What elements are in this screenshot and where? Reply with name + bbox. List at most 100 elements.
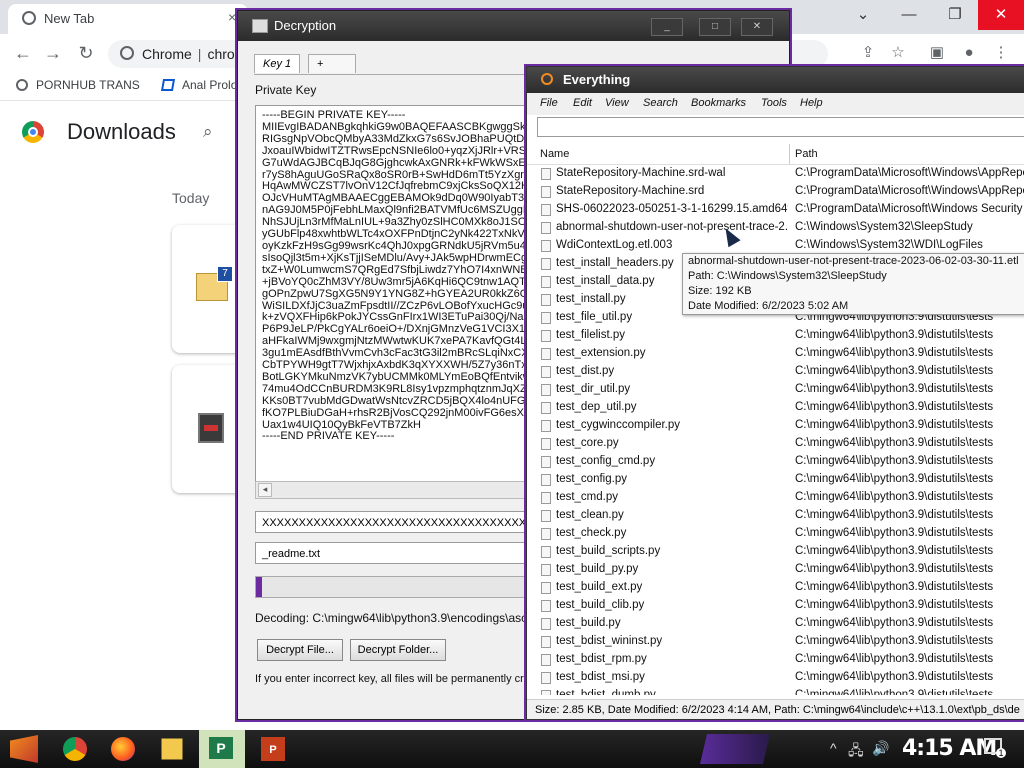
search-input[interactable] bbox=[537, 117, 1024, 137]
file-icon bbox=[541, 348, 551, 360]
chrome-taskbar-icon[interactable] bbox=[63, 737, 87, 761]
tab-add[interactable]: + bbox=[308, 54, 356, 73]
column-path[interactable]: Path bbox=[795, 148, 818, 160]
result-row[interactable]: test_bdist_rpm.py C:\mingw64\lib\python3.… bbox=[527, 651, 1024, 669]
result-row[interactable]: test_build.py C:\mingw64\lib\python3.9\di… bbox=[527, 615, 1024, 633]
publisher-taskbar-icon[interactable]: P bbox=[199, 730, 245, 768]
file-icon bbox=[541, 276, 551, 288]
result-row[interactable]: test_build_ext.py C:\mingw64\lib\python3.… bbox=[527, 579, 1024, 597]
scroll-left-icon[interactable]: ◂ bbox=[258, 483, 272, 497]
result-row[interactable]: test_dir_util.py C:\mingw64\lib\python3.9… bbox=[527, 381, 1024, 399]
result-path: C:\ProgramData\Microsoft\Windows Securit… bbox=[795, 203, 1024, 215]
bookmark-label: Anal Prolo bbox=[182, 78, 238, 92]
result-name: test_cygwinccompiler.py bbox=[556, 419, 680, 431]
file-icon bbox=[541, 474, 551, 486]
chrome-favicon-icon bbox=[22, 11, 36, 25]
maximize-button[interactable]: □ bbox=[699, 18, 731, 36]
minimize-button[interactable]: — bbox=[886, 0, 932, 30]
key-line: sIsoQjl3t5m+XjKsTjjISeMDlu/Avy+JAk5wpHDr… bbox=[262, 251, 535, 264]
search-icon[interactable]: ⌕ bbox=[203, 122, 213, 142]
powerpoint-taskbar-icon[interactable]: P bbox=[261, 737, 285, 761]
menu-tools[interactable]: Tools bbox=[761, 97, 787, 109]
tray-expand-icon[interactable]: ^ bbox=[830, 740, 837, 756]
everything-window: Everything File Edit View Search Bookmar… bbox=[526, 66, 1024, 720]
minimize-button[interactable]: _ bbox=[651, 18, 683, 36]
start-button[interactable] bbox=[10, 735, 38, 763]
decrypt-file-button[interactable]: Decrypt File... bbox=[257, 639, 343, 661]
tooltip-modified: Date Modified: 6/2/2023 5:02 AM bbox=[688, 300, 849, 312]
result-row[interactable]: test_build_clib.py C:\mingw64\lib\python3… bbox=[527, 597, 1024, 615]
tab-close-icon[interactable]: × bbox=[228, 9, 236, 25]
result-row[interactable]: test_cmd.py C:\mingw64\lib\python3.9\dist… bbox=[527, 489, 1024, 507]
result-row[interactable]: test_dist.py C:\mingw64\lib\python3.9\dis… bbox=[527, 363, 1024, 381]
decryption-titlebar[interactable]: Decryption _ □ ✕ bbox=[238, 11, 789, 41]
result-row[interactable]: test_cygwinccompiler.py C:\mingw64\lib\py… bbox=[527, 417, 1024, 435]
key-line: fKO7PLBiuDGaH+rhsR2BjVosCQ292jnM00ivFG6e… bbox=[262, 406, 547, 419]
result-row[interactable]: abnormal-shutdown-user-not-present-trace… bbox=[527, 219, 1024, 237]
file-icon bbox=[541, 672, 551, 684]
back-button[interactable]: ← bbox=[12, 42, 34, 64]
result-row[interactable]: test_bdist_msi.py C:\mingw64\lib\python3.… bbox=[527, 669, 1024, 687]
result-row[interactable]: test_core.py C:\mingw64\lib\python3.9\dis… bbox=[527, 435, 1024, 453]
progress-fill bbox=[256, 577, 262, 597]
menu-search[interactable]: Search bbox=[643, 97, 678, 109]
profile-icon[interactable]: ● bbox=[959, 43, 979, 63]
menu-view[interactable]: View bbox=[605, 97, 629, 109]
bookmark-star-icon[interactable]: ☆ bbox=[888, 43, 908, 63]
side-panel-icon[interactable]: ▣ bbox=[927, 43, 947, 63]
result-row[interactable]: StateRepository-Machine.srd-wal C:\Progra… bbox=[527, 165, 1024, 183]
result-row[interactable]: SHS-06022023-050251-3-1-16299.15.amd64f.… bbox=[527, 201, 1024, 219]
column-name[interactable]: Name bbox=[540, 148, 569, 160]
result-row[interactable]: test_dep_util.py C:\mingw64\lib\python3.9… bbox=[527, 399, 1024, 417]
result-row[interactable]: test_config.py C:\mingw64\lib\python3.9\d… bbox=[527, 471, 1024, 489]
firefox-taskbar-icon[interactable] bbox=[111, 737, 135, 761]
horizontal-scrollbar[interactable]: ◂ bbox=[255, 481, 557, 499]
ransom-note-input[interactable]: _readme.txt bbox=[255, 542, 555, 564]
result-name: test_clean.py bbox=[556, 509, 624, 521]
taskbar-clock[interactable]: 4:15 AM bbox=[902, 736, 997, 761]
restore-button[interactable]: ❐ bbox=[932, 0, 978, 30]
menu-edit[interactable]: Edit bbox=[573, 97, 592, 109]
result-row[interactable]: test_check.py C:\mingw64\lib\python3.9\di… bbox=[527, 525, 1024, 543]
column-divider[interactable] bbox=[789, 144, 790, 164]
result-path: C:\mingw64\lib\python3.9\distutils\tests bbox=[795, 563, 994, 575]
network-icon[interactable]: 🖧 bbox=[848, 740, 864, 764]
result-row[interactable]: test_filelist.py C:\mingw64\lib\python3.9… bbox=[527, 327, 1024, 345]
result-name: test_build_clib.py bbox=[556, 599, 645, 611]
page-title: Downloads bbox=[67, 119, 176, 144]
reload-button[interactable]: ↻ bbox=[75, 42, 97, 64]
bookmark-item[interactable]: PORNHUB TRANS bbox=[16, 78, 140, 92]
result-row[interactable]: test_build_py.py C:\mingw64\lib\python3.9… bbox=[527, 561, 1024, 579]
menu-help[interactable]: Help bbox=[800, 97, 823, 109]
private-key-textarea[interactable]: -----BEGIN PRIVATE KEY----- MIIEvgIBADANB… bbox=[255, 105, 557, 493]
key-input[interactable]: XXXXXXXXXXXXXXXXXXXXXXXXXXXXXXXXXXXXXXXX bbox=[255, 511, 555, 533]
tooltip-path: Path: C:\Windows\System32\SleepStudy bbox=[688, 270, 887, 282]
result-row[interactable]: test_extension.py C:\mingw64\lib\python3.… bbox=[527, 345, 1024, 363]
menu-bookmarks[interactable]: Bookmarks bbox=[691, 97, 746, 109]
tab-key-1[interactable]: Key 1 bbox=[254, 54, 301, 73]
bookmark-item[interactable]: Anal Prolo bbox=[160, 78, 238, 92]
tab-search-icon[interactable]: ⌄ bbox=[840, 0, 886, 30]
result-row[interactable]: test_bdist_dumb.py C:\mingw64\lib\python3… bbox=[527, 687, 1024, 695]
close-button[interactable]: ✕ bbox=[978, 0, 1024, 30]
volume-icon[interactable]: 🔊 bbox=[872, 740, 889, 757]
results-list: StateRepository-Machine.srd-wal C:\Progra… bbox=[527, 165, 1024, 695]
result-row[interactable]: test_build_scripts.py C:\mingw64\lib\pyth… bbox=[527, 543, 1024, 561]
menu-file[interactable]: File bbox=[540, 97, 558, 109]
executable-file-icon bbox=[198, 413, 224, 443]
notification-icon[interactable]: 1 bbox=[984, 738, 1006, 758]
key-line: txZ+W0LumwcmS7QRgEd7SfbjLiwdz7YhO7I4xnWN… bbox=[262, 263, 541, 276]
share-icon[interactable]: ⇪ bbox=[858, 43, 878, 63]
chrome-menu-icon[interactable]: ⋮ bbox=[991, 43, 1011, 63]
everything-titlebar[interactable]: Everything bbox=[527, 67, 1024, 93]
forward-button[interactable]: → bbox=[42, 42, 64, 64]
result-name: test_filelist.py bbox=[556, 329, 626, 341]
result-row[interactable]: test_bdist_wininst.py C:\mingw64\lib\pyth… bbox=[527, 633, 1024, 651]
result-row[interactable]: StateRepository-Machine.srd C:\ProgramDat… bbox=[527, 183, 1024, 201]
decrypt-folder-button[interactable]: Decrypt Folder... bbox=[350, 639, 446, 661]
file-explorer-taskbar-icon[interactable] bbox=[161, 738, 183, 760]
result-row[interactable]: test_config_cmd.py C:\mingw64\lib\python3… bbox=[527, 453, 1024, 471]
result-row[interactable]: test_clean.py C:\mingw64\lib\python3.9\di… bbox=[527, 507, 1024, 525]
close-button[interactable]: ✕ bbox=[741, 18, 773, 36]
tab-new-tab[interactable]: New Tab × bbox=[8, 4, 248, 34]
